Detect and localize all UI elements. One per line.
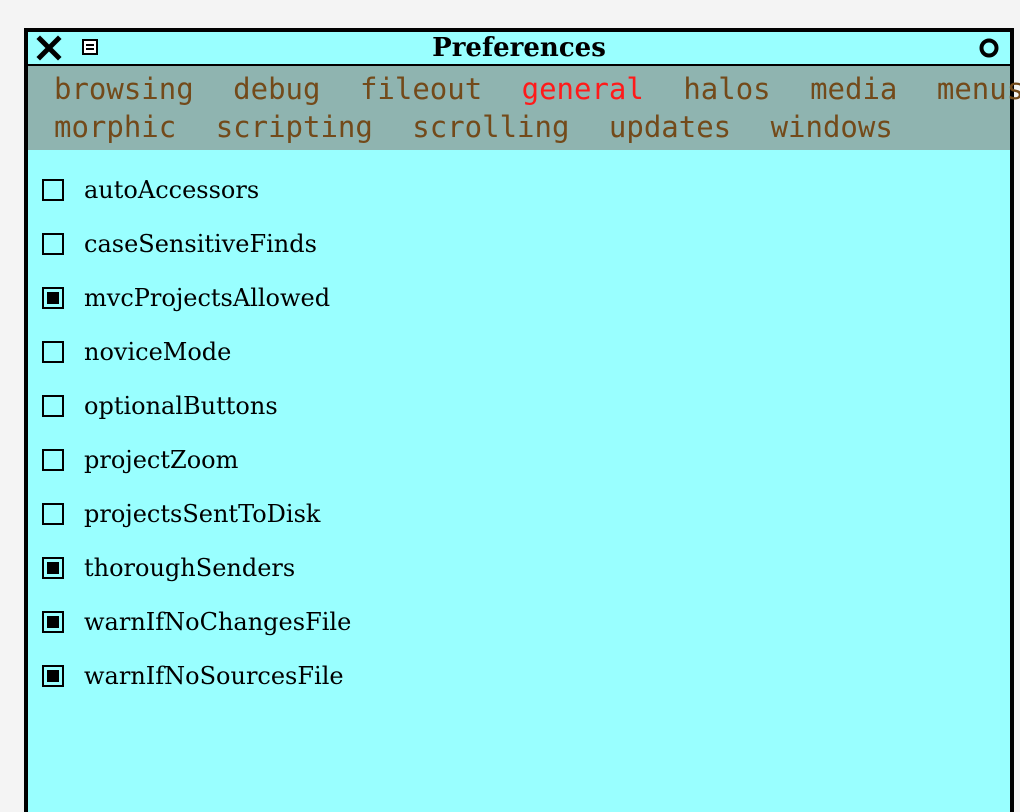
checkbox-autoAccessors[interactable] bbox=[42, 179, 64, 201]
pref-warnIfNoChangesFile[interactable]: warnIfNoChangesFile bbox=[42, 604, 351, 640]
pref-autoAccessors[interactable]: autoAccessors bbox=[42, 172, 259, 208]
checkbox-projectsSentToDisk[interactable] bbox=[42, 503, 64, 525]
pref-noviceMode[interactable]: noviceMode bbox=[42, 334, 231, 370]
pref-label-mvcProjectsAllowed: mvcProjectsAllowed bbox=[84, 284, 331, 312]
pref-label-optionalButtons: optionalButtons bbox=[84, 392, 278, 420]
tab-debug[interactable]: debug bbox=[233, 72, 320, 106]
tab-row-2: morphic scripting scrolling updates wind… bbox=[54, 108, 1010, 146]
pref-optionalButtons[interactable]: optionalButtons bbox=[42, 388, 278, 424]
category-tabs: browsing debug fileout general halos med… bbox=[28, 66, 1020, 150]
tab-updates[interactable]: updates bbox=[609, 110, 731, 144]
checkbox-warnIfNoSourcesFile[interactable] bbox=[42, 665, 64, 687]
pref-label-warnIfNoSourcesFile: warnIfNoSourcesFile bbox=[84, 662, 344, 690]
pref-label-autoAccessors: autoAccessors bbox=[84, 176, 260, 204]
tab-media[interactable]: media bbox=[810, 72, 897, 106]
preferences-window: Preferences browsing debug fileout gener… bbox=[24, 28, 1020, 812]
pref-label-caseSensitiveFinds: caseSensitiveFinds bbox=[84, 230, 317, 258]
tab-windows[interactable]: windows bbox=[771, 110, 893, 144]
pref-projectsSentToDisk[interactable]: projectsSentToDisk bbox=[42, 496, 320, 532]
pref-label-projectZoom: projectZoom bbox=[84, 446, 239, 474]
window-title: Preferences bbox=[432, 33, 606, 63]
pref-thoroughSenders[interactable]: thoroughSenders bbox=[42, 550, 295, 586]
pref-label-noviceMode: noviceMode bbox=[84, 338, 232, 366]
tab-row-1: browsing debug fileout general halos med… bbox=[54, 70, 1020, 108]
tab-scrolling[interactable]: scrolling bbox=[412, 110, 569, 144]
tab-menus[interactable]: menus bbox=[937, 72, 1020, 106]
tab-fileout[interactable]: fileout bbox=[360, 72, 482, 106]
pref-label-thoroughSenders: thoroughSenders bbox=[84, 554, 296, 582]
checkbox-mvcProjectsAllowed[interactable] bbox=[42, 287, 64, 309]
pref-warnIfNoSourcesFile[interactable]: warnIfNoSourcesFile bbox=[42, 658, 344, 694]
pref-mvcProjectsAllowed[interactable]: mvcProjectsAllowed bbox=[42, 280, 330, 316]
checkbox-noviceMode[interactable] bbox=[42, 341, 64, 363]
title-bar[interactable]: Preferences bbox=[28, 32, 1010, 66]
checkbox-optionalButtons[interactable] bbox=[42, 395, 64, 417]
window-menu-icon[interactable] bbox=[978, 37, 1000, 59]
pref-caseSensitiveFinds[interactable]: caseSensitiveFinds bbox=[42, 226, 317, 262]
checkbox-thoroughSenders[interactable] bbox=[42, 557, 64, 579]
tab-halos[interactable]: halos bbox=[683, 72, 770, 106]
tab-general[interactable]: general bbox=[522, 72, 644, 106]
tab-browsing[interactable]: browsing bbox=[54, 72, 194, 106]
checkbox-warnIfNoChangesFile[interactable] bbox=[42, 611, 64, 633]
tab-scripting[interactable]: scripting bbox=[216, 110, 373, 144]
pref-label-projectsSentToDisk: projectsSentToDisk bbox=[84, 500, 321, 528]
pref-label-warnIfNoChangesFile: warnIfNoChangesFile bbox=[84, 608, 352, 636]
checkbox-projectZoom[interactable] bbox=[42, 449, 64, 471]
pref-projectZoom[interactable]: projectZoom bbox=[42, 442, 238, 478]
checkbox-caseSensitiveFinds[interactable] bbox=[42, 233, 64, 255]
tab-morphic[interactable]: morphic bbox=[54, 110, 176, 144]
